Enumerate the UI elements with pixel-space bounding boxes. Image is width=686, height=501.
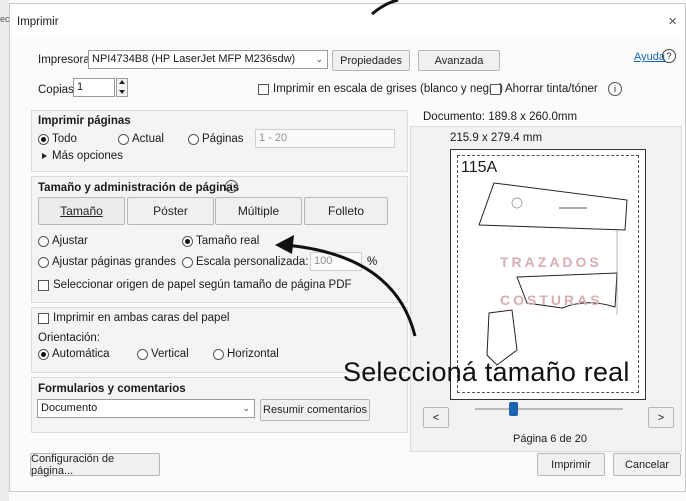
pages-all-radio[interactable] [38, 134, 49, 145]
grayscale-checkbox[interactable] [258, 84, 269, 95]
paper-source-label: Seleccionar origen de papel según tamaño… [53, 279, 352, 291]
forms-title: Formularios y comentarios [38, 383, 186, 395]
chevron-down-icon: ⌄ [315, 54, 323, 64]
pages-all-label: Todo [52, 133, 77, 145]
grayscale-label: Imprimir en escala de grises (blanco y n… [273, 83, 504, 95]
pages-range-input[interactable]: 1 - 20 [255, 129, 395, 148]
pages-range-radio[interactable] [188, 134, 199, 145]
orientation-horizontal-radio[interactable] [213, 349, 224, 360]
paper-size-label: 215.9 x 279.4 mm [450, 132, 543, 144]
custom-scale-label: Escala personalizada: [196, 256, 309, 268]
cancel-button[interactable]: Cancelar [613, 453, 681, 476]
expand-arrow-icon[interactable] [42, 153, 47, 159]
actual-size-radio[interactable] [182, 236, 193, 247]
pages-range-label: Páginas [202, 133, 244, 145]
tab-size[interactable]: Tamaño [38, 197, 125, 225]
print-dialog: Imprimir × Impresora: NPI4734B8 (HP Lase… [9, 3, 686, 492]
stepper-down-icon[interactable] [119, 90, 125, 94]
duplex-checkbox[interactable] [38, 313, 49, 324]
sizing-info-icon[interactable]: i [225, 180, 238, 193]
save-ink-checkbox[interactable] [490, 84, 501, 95]
orientation-vertical-label: Vertical [151, 348, 189, 360]
print-button[interactable]: Imprimir [537, 453, 605, 476]
fit-radio[interactable] [38, 236, 49, 247]
custom-scale-input[interactable]: 100 [310, 252, 362, 271]
next-page-button[interactable]: > [648, 407, 674, 428]
orientation-auto-label: Automática [52, 348, 110, 360]
pattern-piece-top [478, 182, 628, 231]
page-setup-button[interactable]: Configuración de página... [30, 453, 160, 477]
printer-select-value: NPI4734B8 (HP LaserJet MFP M236sdw) [92, 53, 296, 65]
pages-current-label: Actual [132, 133, 164, 145]
stepper-up-icon[interactable] [119, 80, 125, 84]
pattern-logo [511, 197, 523, 209]
more-options-link[interactable]: Más opciones [52, 150, 123, 162]
watermark-bottom: COSTURAS [500, 292, 603, 308]
orientation-label: Orientación: [38, 332, 101, 344]
help-icon[interactable]: ? [662, 49, 676, 63]
background-app-edge [0, 0, 9, 501]
prev-page-button[interactable]: < [423, 407, 449, 428]
page-slider-thumb[interactable] [509, 402, 519, 416]
summarize-comments-button[interactable]: Resumir comentarios [260, 399, 370, 421]
duplex-label: Imprimir en ambas caras del papel [53, 312, 230, 324]
close-icon[interactable]: × [668, 13, 677, 30]
tab-poster[interactable]: Póster [127, 197, 214, 225]
pages-current-radio[interactable] [118, 134, 129, 145]
fit-label: Ajustar [52, 235, 88, 247]
page-slider-track[interactable] [475, 408, 623, 410]
orientation-auto-radio[interactable] [38, 349, 49, 360]
printer-label: Impresora: [38, 54, 93, 66]
page-indicator: Página 6 de 20 [513, 433, 588, 445]
tab-multiple[interactable]: Múltiple [215, 197, 302, 225]
tab-size-label: Tamaño [60, 204, 103, 218]
forms-select-value: Documento [41, 402, 98, 414]
custom-scale-radio[interactable] [182, 257, 193, 268]
tab-booklet[interactable]: Folleto [304, 197, 388, 225]
orientation-vertical-radio[interactable] [137, 349, 148, 360]
advanced-button[interactable]: Avanzada [418, 50, 500, 71]
dialog-title: Imprimir [17, 16, 59, 28]
annotation-text: Seleccioná tamaño real [343, 357, 630, 387]
watermark-top: TRAZADOS [500, 254, 602, 270]
properties-button[interactable]: Propiedades [332, 50, 410, 71]
help-link[interactable]: Ayuda [634, 51, 665, 63]
orientation-horizontal-label: Horizontal [227, 348, 279, 360]
save-ink-label: Ahorrar tinta/tóner [505, 83, 598, 95]
paper-source-checkbox[interactable] [38, 280, 49, 291]
document-size-label: Documento: 189.8 x 260.0mm [423, 111, 578, 123]
printer-select[interactable]: NPI4734B8 (HP LaserJet MFP M236sdw) ⌄ [88, 50, 328, 69]
chevron-down-icon: ⌄ [242, 403, 250, 413]
actual-size-label: Tamaño real [196, 235, 260, 247]
info-icon[interactable]: i [608, 82, 622, 96]
shrink-label: Ajustar páginas grandes [52, 256, 177, 268]
shrink-radio[interactable] [38, 257, 49, 268]
forms-select[interactable]: Documento ⌄ [37, 399, 255, 418]
copies-stepper[interactable] [116, 78, 128, 97]
dialog-titlebar: Imprimir × [10, 4, 685, 38]
percent-label: % [367, 256, 378, 268]
copies-label: Copias: [38, 84, 77, 96]
copies-input[interactable]: 1 [73, 78, 115, 97]
sizing-title: Tamaño y administración de páginas [38, 182, 240, 194]
pages-title: Imprimir páginas [38, 115, 131, 127]
